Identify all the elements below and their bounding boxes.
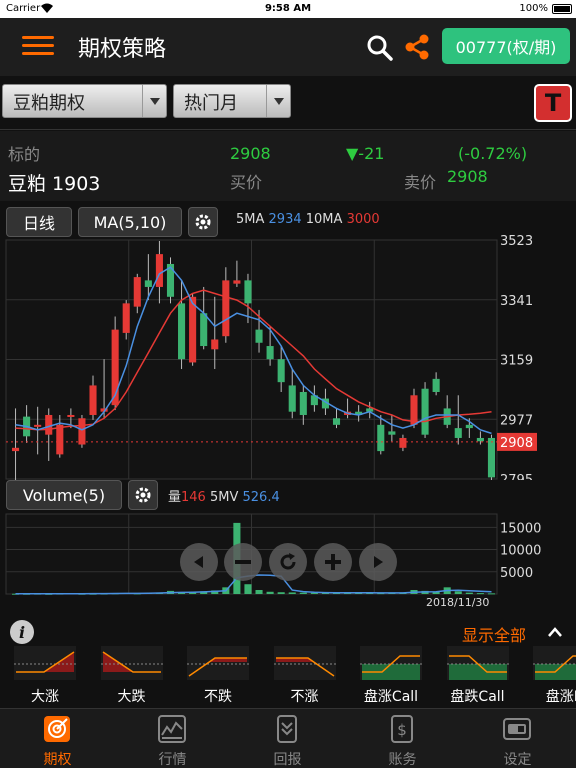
chart-icon [158,715,186,743]
strategy-name: 盘跌Call [450,689,505,705]
strategy-item-bull-call[interactable]: 盘涨Call [360,646,422,708]
reset-zoom-button[interactable] [269,543,307,581]
triangle-left-icon [194,556,203,568]
volume-bar-21 [244,584,252,594]
zoom-out-button[interactable] [224,543,262,581]
info-icon[interactable]: i [10,620,34,644]
plus-icon [325,554,341,570]
volume-bar-22 [255,590,263,594]
strategy-payoff-icon [273,646,336,680]
tab-bar: 期权 行情 回报 $ 账务 设定 [0,708,576,768]
zoom-in-button[interactable] [314,543,352,581]
volume-y-tick-1: 10000 [500,544,541,559]
tab-label: 设定 [503,752,532,768]
settings-icon [503,715,531,743]
tab-settings[interactable]: 设定 [460,709,575,768]
strategy-item-bear-call[interactable]: 盘跌Call [446,646,509,708]
strategy-name: 盘涨P [545,689,576,705]
volume-bar-41 [465,592,473,594]
volume-chart[interactable]: 15000 10000 5000 2018/11/30 [0,0,576,620]
svg-text:$: $ [397,721,407,739]
volume-bar-26 [299,592,307,594]
volume-bar-24 [277,592,285,594]
tab-target[interactable]: 期权 [0,709,115,768]
download-icon [273,715,301,743]
volume-bar-40 [454,591,462,594]
strategy-list: 大涨 大跌 不跌 不涨 盘涨Call 盘跌Call 盘涨P [0,646,576,708]
tab-label: 行情 [158,752,187,768]
strategy-item-down-big[interactable]: 大跌 [100,646,163,708]
strategy-item-not-down[interactable]: 不跌 [187,646,249,708]
strategy-payoff-icon [14,646,76,680]
strategy-item-not-up[interactable]: 不涨 [273,646,336,708]
strategy-payoff-icon [446,646,509,680]
tab-chart[interactable]: 行情 [115,709,230,768]
tab-label: 回报 [273,752,302,768]
strategy-name: 大涨 [31,689,59,705]
tab-download[interactable]: 回报 [230,709,345,768]
strategy-name: 盘涨Call [363,689,419,705]
strategy-payoff-icon [187,646,249,680]
volume-bar-43 [487,593,496,595]
strategy-payoff-icon [360,646,422,680]
volume-y-tick-2: 5000 [500,566,533,581]
chevron-up-icon[interactable] [548,626,562,640]
volume-y-tick-0: 15000 [500,521,541,536]
volume-bar-23 [266,591,274,594]
tab-label: 账务 [388,752,417,768]
triangle-right-icon [374,556,383,568]
strategy-item-bull-put[interactable]: 盘涨P [533,646,576,708]
strategy-payoff-icon [533,646,576,680]
strategy-header: i 显示全部 [0,618,576,646]
tab-label: 期权 [43,752,72,768]
volume-bar-25 [288,592,296,594]
volume-bar-42 [476,593,484,595]
strategy-name: 不跌 [204,689,232,705]
volume-x-label: 2018/11/30 [426,596,489,609]
strategy-payoff-icon [100,646,163,680]
strategy-item-up-big[interactable]: 大涨 [14,646,76,708]
strategy-name: 不涨 [290,689,319,705]
minus-icon [235,560,251,564]
pan-right-button[interactable] [359,543,397,581]
show-all-link[interactable]: 显示全部 [462,622,526,646]
refresh-icon [280,553,296,570]
tab-dollar[interactable]: $ 账务 [345,709,460,768]
pan-left-button[interactable] [180,543,218,581]
strategy-name: 大跌 [117,689,146,705]
target-icon [43,715,71,743]
dollar-icon: $ [388,715,416,743]
